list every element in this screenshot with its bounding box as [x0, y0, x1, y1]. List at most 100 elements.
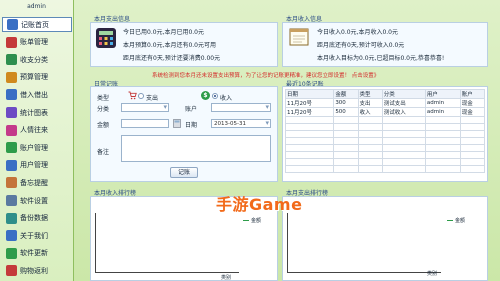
table-row	[284, 144, 486, 152]
table-cell	[357, 137, 383, 145]
budget-icon	[6, 71, 17, 83]
table-cell	[424, 116, 461, 124]
table-row	[284, 137, 486, 145]
table-cell	[381, 165, 426, 173]
income-axis-label: 类别	[221, 275, 232, 281]
table-cell	[424, 130, 461, 138]
table-cell	[424, 144, 461, 152]
table-row	[284, 165, 486, 173]
submit-entry-button[interactable]: 记账	[170, 167, 198, 178]
table-cell	[333, 151, 359, 159]
table-row	[284, 158, 486, 166]
category-select[interactable]	[121, 103, 169, 112]
account-select[interactable]	[211, 103, 271, 112]
table-cell	[333, 144, 359, 152]
table-row	[284, 151, 486, 159]
table-cell	[381, 137, 426, 145]
sidebar-item-people[interactable]: 人情往来	[2, 123, 72, 138]
sidebar-item-chart[interactable]: 统计图表	[2, 105, 72, 120]
table-cell	[459, 165, 486, 173]
expense-radio-label: 支出	[146, 95, 159, 102]
table-cell: 测试支出	[381, 98, 426, 108]
sidebar-item-label: 关于我们	[20, 231, 48, 240]
sidebar-item-update[interactable]: 软件更新	[2, 246, 72, 261]
calculator-small-icon[interactable]	[173, 119, 181, 128]
sidebar-item-shopping[interactable]: 购物返利	[2, 263, 72, 278]
income-info-line3: 本月收入目标为0.0元,已超目标0.0元,恭喜恭喜!	[317, 55, 445, 62]
sidebar-item-user[interactable]: 用户管理	[2, 158, 72, 173]
expense-info-line3: 距月底还有0天,预计还要消费0.00元	[123, 55, 221, 62]
sidebar-item-backup[interactable]: 备份数据	[2, 211, 72, 226]
sidebar-item-category[interactable]: 收支分类	[2, 52, 72, 67]
sidebar-item-budget[interactable]: 预算管理	[2, 70, 72, 85]
table-cell	[357, 165, 383, 173]
category-label: 分类	[97, 106, 110, 113]
table-cell	[459, 116, 486, 124]
info-icon	[6, 230, 17, 242]
amount-input[interactable]	[121, 119, 169, 128]
table-cell	[284, 158, 335, 166]
backup-icon	[6, 212, 17, 224]
expense-info-line1: 今日已用0.0元,本月已用0.0元	[123, 29, 204, 36]
table-cell	[381, 123, 426, 131]
table-cell	[459, 158, 486, 166]
expense-rank-plot	[287, 213, 441, 273]
table-cell	[381, 130, 426, 138]
income-legend-label: 金额	[251, 218, 262, 224]
shopping-icon	[6, 265, 17, 277]
income-rank-plot	[95, 213, 239, 273]
income-radio[interactable]	[212, 93, 218, 99]
table-cell	[333, 158, 359, 166]
table-cell: 300	[333, 98, 359, 108]
column-header: 分类	[381, 89, 426, 99]
table-cell	[357, 116, 383, 124]
calculator-icon	[96, 28, 116, 48]
table-cell: 收入	[357, 107, 383, 117]
sidebar-item-bill[interactable]: 账单管理	[2, 35, 72, 50]
sidebar-item-settings[interactable]: 软件设置	[2, 193, 72, 208]
table-row[interactable]: 11月20号 500 收入 测试收入 admin 现金	[284, 107, 486, 117]
amount-label: 金额	[97, 122, 110, 129]
sidebar-item-label: 备忘提醒	[20, 178, 48, 187]
table-header-row: 日期 金额 类型 分类 用户 账户	[284, 89, 486, 99]
budget-warning-link[interactable]: 系统检测到您本月还未设置支出预算，为了让您的记账更精准，建议您立即设置！ 点击设…	[152, 71, 379, 79]
table-cell	[284, 137, 335, 145]
sidebar-item-label: 购物返利	[20, 266, 48, 275]
table-cell	[357, 151, 383, 159]
date-picker[interactable]: 2013-05-31	[211, 119, 271, 128]
table-cell	[284, 130, 335, 138]
expense-info-panel: 今日已用0.0元,本月已用0.0元 本月预算0.0元,本月还有0.0元可用 距月…	[90, 22, 278, 67]
table-cell	[284, 123, 335, 131]
income-info-panel: 今日收入0.0元,本月收入0.0元 距月底还有0天,预计可收入0.0元 本月收入…	[282, 22, 488, 67]
sidebar-item-ledger[interactable]: 记账首页	[2, 17, 72, 32]
expense-axis-label: 类别	[427, 271, 438, 277]
sidebar: admin 记账首页 账单管理 收支分类 预算管理 借入借出 统计图表 人情往来 账户管理 用户…	[0, 0, 74, 281]
expense-radio[interactable]	[138, 93, 144, 99]
note-textarea[interactable]	[121, 135, 271, 162]
sidebar-item-account[interactable]: 账户管理	[2, 140, 72, 155]
chart-icon	[6, 107, 17, 118]
bill-icon	[6, 36, 17, 48]
table-cell	[424, 151, 461, 159]
table-cell	[459, 144, 486, 152]
table-cell	[284, 116, 335, 124]
note-label: 备注	[97, 149, 110, 156]
sidebar-item-info[interactable]: 关于我们	[2, 228, 72, 243]
income-info-line2: 距月底还有0天,预计可收入0.0元	[317, 42, 405, 49]
table-cell	[424, 165, 461, 173]
table-cell	[284, 165, 335, 173]
settings-icon	[6, 195, 17, 206]
sidebar-item-memo[interactable]: 备忘提醒	[2, 175, 72, 190]
table-cell	[284, 144, 335, 152]
sidebar-item-loan[interactable]: 借入借出	[2, 87, 72, 102]
table-cell	[459, 151, 486, 159]
table-cell	[357, 123, 383, 131]
table-cell	[459, 137, 486, 145]
table-row[interactable]: 11月20号 300 支出 测试支出 admin 现金	[284, 98, 486, 108]
income-legend-swatch	[243, 220, 249, 221]
table-cell	[381, 151, 426, 159]
table-cell	[459, 130, 486, 138]
expense-legend-swatch	[447, 220, 453, 221]
money-icon: $	[201, 91, 210, 100]
table-cell: 支出	[357, 98, 383, 108]
